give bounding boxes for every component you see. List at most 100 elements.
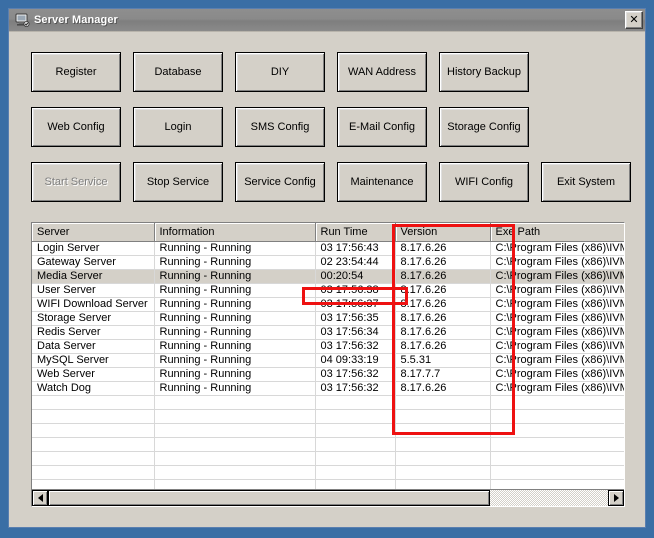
column-header-exe-path[interactable]: Exe Path xyxy=(490,223,624,242)
table-row[interactable]: Web Server Running - Running 03 17:56:32 8.… xyxy=(32,367,624,382)
table-row-empty[interactable] xyxy=(32,437,624,452)
table-row-empty[interactable] xyxy=(32,465,624,480)
cell-empty xyxy=(154,437,316,452)
cell-version: 8.17.6.26 xyxy=(395,311,491,326)
server-list-grid: Server Information Run Time Version Exe … xyxy=(31,222,625,507)
table-body: Login Server Running - Running 03 17:56:43… xyxy=(32,241,624,489)
cell-version: 8.17.6.26 xyxy=(395,339,491,354)
cell-server-name: Data Server xyxy=(32,339,155,354)
cell-exe-path: C:\Program Files (x86)\IVM xyxy=(490,311,624,326)
cell-run-time: 03 17:56:43 xyxy=(315,241,396,256)
cell-empty xyxy=(490,437,624,452)
cell-run-time: 03 17:56:35 xyxy=(315,311,396,326)
database-button[interactable]: Database xyxy=(133,52,223,92)
cell-exe-path: C:\Program Files (x86)\IVM xyxy=(490,297,624,312)
cell-server-name: Storage Server xyxy=(32,311,155,326)
cell-empty xyxy=(490,409,624,424)
column-header-version[interactable]: Version xyxy=(395,223,491,242)
table-row-empty[interactable] xyxy=(32,423,624,438)
table-row[interactable]: Media Server Running - Running 00:20:54 8.1… xyxy=(32,269,624,284)
login-button[interactable]: Login xyxy=(133,107,223,147)
cell-version: 8.17.6.26 xyxy=(395,325,491,340)
cell-version: 8.17.6.26 xyxy=(395,297,491,312)
table-row[interactable]: Data Server Running - Running 03 17:56:32 8… xyxy=(32,339,624,354)
cell-empty xyxy=(490,479,624,489)
register-button[interactable]: Register xyxy=(31,52,121,92)
server-monitor-icon xyxy=(14,12,30,28)
web-config-button[interactable]: Web Config xyxy=(31,107,121,147)
cell-server-name: Web Server xyxy=(32,367,155,382)
email-config-button[interactable]: E-Mail Config xyxy=(337,107,427,147)
table-row-empty[interactable] xyxy=(32,451,624,466)
cell-exe-path: C:\Program Files (x86)\IVM xyxy=(490,339,624,354)
cell-information: Running - Running xyxy=(154,255,316,270)
cell-empty xyxy=(395,437,491,452)
cell-empty xyxy=(32,409,155,424)
cell-exe-path: C:\Program Files (x86)\IVM xyxy=(490,241,624,256)
table-row[interactable]: Gateway Server Running - Running 02 23:54:… xyxy=(32,255,624,270)
toolbar-row-2: Web Config Login SMS Config E-Mail Config St… xyxy=(31,107,541,147)
cell-server-name: WIFI Download Server xyxy=(32,297,155,312)
diy-button[interactable]: DIY xyxy=(235,52,325,92)
table-row[interactable]: MySQL Server Running - Running 04 09:33:19… xyxy=(32,353,624,368)
horizontal-scrollbar[interactable] xyxy=(32,489,624,506)
exit-system-button[interactable]: Exit System xyxy=(541,162,631,202)
toolbar-row-1: Register Database DIY WAN Address History Ba… xyxy=(31,52,541,92)
cell-empty xyxy=(395,395,491,410)
cell-server-name: Redis Server xyxy=(32,325,155,340)
sms-config-button[interactable]: SMS Config xyxy=(235,107,325,147)
cell-empty xyxy=(315,395,396,410)
table-row-empty[interactable] xyxy=(32,395,624,410)
table-row-empty[interactable] xyxy=(32,409,624,424)
table-row[interactable]: User Server Running - Running 03 17:56:38 8… xyxy=(32,283,624,298)
title-bar[interactable]: Server Manager ✕ xyxy=(9,9,645,32)
table-row[interactable]: Login Server Running - Running 03 17:56:43… xyxy=(32,241,624,256)
scroll-right-arrow-icon[interactable] xyxy=(608,490,624,506)
cell-run-time: 03 17:56:34 xyxy=(315,325,396,340)
cell-version: 8.17.6.26 xyxy=(395,255,491,270)
table-row[interactable]: Storage Server Running - Running 03 17:56:… xyxy=(32,311,624,326)
cell-run-time: 03 17:56:32 xyxy=(315,367,396,382)
storage-config-button[interactable]: Storage Config xyxy=(439,107,529,147)
cell-information: Running - Running xyxy=(154,297,316,312)
cell-information: Running - Running xyxy=(154,241,316,256)
cell-server-name: Media Server xyxy=(32,269,155,284)
cell-exe-path: C:\Program Files (x86)\IVM xyxy=(490,367,624,382)
wifi-config-button[interactable]: WIFI Config xyxy=(439,162,529,202)
close-icon[interactable]: ✕ xyxy=(625,11,643,29)
column-header-information[interactable]: Information xyxy=(154,223,316,242)
cell-empty xyxy=(154,423,316,438)
cell-empty xyxy=(32,423,155,438)
cell-empty xyxy=(490,451,624,466)
client-area: Register Database DIY WAN Address History Ba… xyxy=(9,32,645,527)
service-config-button[interactable]: Service Config xyxy=(235,162,325,202)
cell-empty xyxy=(154,451,316,466)
table-header-row: Server Information Run Time Version Exe … xyxy=(32,223,624,242)
scroll-left-arrow-icon[interactable] xyxy=(32,490,48,506)
cell-run-time: 04 09:33:19 xyxy=(315,353,396,368)
scrollbar-track[interactable] xyxy=(48,490,608,506)
right-arrow-glyph xyxy=(613,494,619,502)
column-header-server[interactable]: Server xyxy=(32,223,155,242)
maintenance-button[interactable]: Maintenance xyxy=(337,162,427,202)
cell-server-name: User Server xyxy=(32,283,155,298)
table-row[interactable]: WIFI Download Server Running - Running 03 … xyxy=(32,297,624,312)
scrollbar-thumb[interactable] xyxy=(48,490,491,506)
cell-information: Running - Running xyxy=(154,325,316,340)
column-header-run-time[interactable]: Run Time xyxy=(315,223,396,242)
cell-empty xyxy=(154,465,316,480)
cell-exe-path: C:\Program Files (x86)\IVM xyxy=(490,353,624,368)
cell-version: 5.5.31 xyxy=(395,353,491,368)
cell-version: 8.17.6.26 xyxy=(395,381,491,396)
cell-empty xyxy=(395,465,491,480)
history-backup-button[interactable]: History Backup xyxy=(439,52,529,92)
stop-service-button[interactable]: Stop Service xyxy=(133,162,223,202)
cell-exe-path: C:\Program Files (x86)\IVM xyxy=(490,283,624,298)
cell-run-time: 03 17:56:32 xyxy=(315,381,396,396)
cell-empty xyxy=(32,437,155,452)
table-row[interactable]: Redis Server Running - Running 03 17:56:34… xyxy=(32,325,624,340)
table-row-empty[interactable] xyxy=(32,479,624,489)
wan-address-button[interactable]: WAN Address xyxy=(337,52,427,92)
table-row[interactable]: Watch Dog Running - Running 03 17:56:32 8.1… xyxy=(32,381,624,396)
cell-empty xyxy=(32,451,155,466)
